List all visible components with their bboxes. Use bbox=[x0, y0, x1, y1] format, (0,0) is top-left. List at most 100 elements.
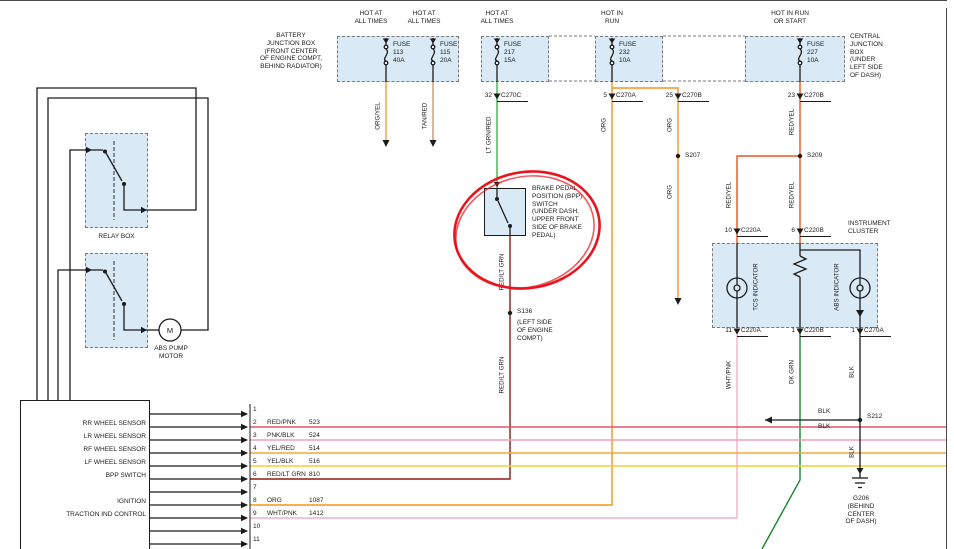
pin-number: 9 bbox=[253, 510, 257, 518]
relay-box-label: RELAY BOX bbox=[85, 233, 148, 241]
fuse-232-label: FUSE 232 10A bbox=[619, 41, 636, 64]
pin-wire: ORG bbox=[267, 497, 282, 505]
wire-label-lt-grn-red: LT GRN/RED bbox=[486, 117, 493, 154]
module-input-label: RR WHEEL SENSOR bbox=[24, 420, 146, 428]
wire-label-tan-red: TAN/RED bbox=[422, 103, 429, 130]
fuse-113-label: FUSE 113 40A bbox=[393, 41, 410, 64]
pin-number: 10 bbox=[253, 523, 260, 531]
wire-label-org: ORG bbox=[667, 118, 674, 132]
wire-label-blk: BLK bbox=[849, 366, 856, 378]
wire-label-org: ORG bbox=[601, 118, 608, 132]
connector-name: C220A bbox=[741, 327, 761, 335]
fuse-217-chevron bbox=[494, 39, 500, 44]
module-pin-lines bbox=[150, 414, 247, 544]
ground-g206-label: G206 (BEHIND CENTER OF DASH) bbox=[832, 495, 890, 526]
dots-and-arrows bbox=[86, 39, 864, 548]
c270a-1-chevron bbox=[857, 329, 864, 335]
wire-label-dk-grn: DK GRN bbox=[789, 360, 796, 384]
pin-number: 8 bbox=[253, 497, 257, 505]
pin-circuit: 524 bbox=[309, 432, 320, 440]
abs-indicator-symbol bbox=[794, 243, 870, 328]
wire-label-wht-pnk: WHT/PNK bbox=[726, 361, 733, 390]
splice-s212-label: S212 bbox=[867, 413, 882, 421]
pin-circuit: 1087 bbox=[309, 497, 323, 505]
relay2-out-arrow bbox=[141, 327, 147, 333]
pin-wire: YEL/BLK bbox=[267, 458, 293, 466]
pin11-arrow bbox=[241, 541, 248, 547]
connector-pin: 11 bbox=[710, 327, 732, 335]
pin-wire: PNK/BLK bbox=[267, 432, 294, 440]
bpp-contact-top bbox=[495, 197, 499, 201]
abs-pump-motor-label: ABS PUMP MOTOR bbox=[142, 345, 200, 361]
org-yel-arrow bbox=[383, 140, 390, 147]
pin6-arrow bbox=[241, 476, 248, 482]
connector-name: C220B bbox=[804, 227, 824, 235]
pin3-arrow bbox=[241, 437, 248, 443]
wire-label-org: ORG bbox=[667, 185, 674, 199]
module-input-label: LF WHEEL SENSOR bbox=[24, 459, 146, 467]
c270b-23-chevron bbox=[797, 94, 804, 100]
wire-label-red-yel: RED/YEL bbox=[789, 182, 796, 208]
relay1-in-arrow bbox=[86, 147, 92, 153]
bpp-switch-note: BRAKE PEDAL POSITION (BPP) SWITCH (UNDER… bbox=[532, 185, 582, 240]
pin-wire: WHT/PNK bbox=[267, 510, 297, 518]
connector-pin: 32 bbox=[470, 92, 492, 100]
fuse-227-symbol bbox=[798, 38, 802, 82]
fuse-115-symbol bbox=[431, 38, 435, 82]
splice-s207-dot bbox=[676, 154, 680, 158]
org-branch-arrow bbox=[675, 298, 682, 305]
colored-wires bbox=[250, 82, 946, 549]
resistor-symbol bbox=[794, 256, 806, 277]
splice-s209-label: S209 bbox=[807, 152, 822, 160]
tcs-indicator-symbol bbox=[727, 243, 747, 328]
abs-lamp-feed-arrow bbox=[856, 310, 864, 317]
g206-ground-symbol bbox=[852, 478, 868, 488]
connector-name: C270B bbox=[804, 92, 824, 100]
relay2-left-wire bbox=[58, 270, 85, 401]
battery-junction-box-label: BATTERY JUNCTION BOX (FRONT CENTER OF EN… bbox=[244, 32, 338, 71]
connector-name: C270C bbox=[501, 92, 521, 100]
pin2-arrow bbox=[241, 424, 248, 430]
relay2-contact-b bbox=[122, 302, 126, 306]
instrument-cluster-label: INSTRUMENT CLUSTER bbox=[848, 220, 891, 236]
wiring-diagram-canvas: HOT AT ALL TIMES HOT AT ALL TIMES HOT AT… bbox=[0, 0, 954, 549]
feed-label: HOT AT ALL TIMES bbox=[399, 10, 449, 26]
fuse-115-label: FUSE 115 20A bbox=[440, 41, 457, 64]
wire-label-red-lt-grn: RED/LT GRN bbox=[499, 357, 506, 394]
wire-org-main bbox=[250, 82, 612, 505]
connector-pin: 10 bbox=[710, 227, 732, 235]
pin1-arrow bbox=[241, 411, 248, 417]
cjb-dashed-links bbox=[549, 36, 745, 81]
feed-label: HOT AT ALL TIMES bbox=[346, 10, 396, 26]
pin4-arrow bbox=[241, 450, 248, 456]
black-wires bbox=[37, 36, 891, 549]
c220b-1-chevron bbox=[797, 329, 804, 335]
wire-label-red-yel: RED/YEL bbox=[789, 109, 796, 135]
relay1-contact-a bbox=[103, 150, 107, 154]
splice-s136-location: (LEFT SIDE OF ENGINE COMPT) bbox=[517, 319, 553, 342]
pin-number: 6 bbox=[253, 471, 257, 479]
abs-indicator-label: ABS INDICATOR bbox=[834, 263, 841, 311]
fuse-113-symbol bbox=[384, 38, 388, 82]
pin-circuit: 523 bbox=[309, 419, 320, 427]
module-input-label: RF WHEEL SENSOR bbox=[24, 446, 146, 454]
connector-pin: 5 bbox=[585, 92, 607, 100]
tcs-indicator-label: TCS INDICATOR bbox=[753, 263, 760, 311]
ground-arrow bbox=[857, 468, 864, 474]
pin-wire: RED/PNK bbox=[267, 419, 296, 427]
pin9-arrow bbox=[241, 515, 248, 521]
pin-circuit: 516 bbox=[309, 458, 320, 466]
module-input-label: TRACTION IND CONTROL bbox=[24, 511, 146, 519]
fuse-217-symbol bbox=[495, 38, 499, 82]
splice-s212-dot bbox=[858, 418, 862, 422]
motor-m-letter: M bbox=[163, 326, 177, 335]
fuse-227-label: FUSE 227 10A bbox=[807, 41, 824, 64]
relay1-contact-b bbox=[122, 182, 126, 186]
module-input-label: BPP SWITCH bbox=[24, 472, 146, 480]
connector-pin: 23 bbox=[773, 92, 795, 100]
pin-number: 5 bbox=[253, 458, 257, 466]
pin-number: 2 bbox=[253, 419, 257, 427]
connector-name: C220B bbox=[804, 327, 824, 335]
pin5-arrow bbox=[241, 463, 248, 469]
pin8-arrow bbox=[241, 502, 248, 508]
